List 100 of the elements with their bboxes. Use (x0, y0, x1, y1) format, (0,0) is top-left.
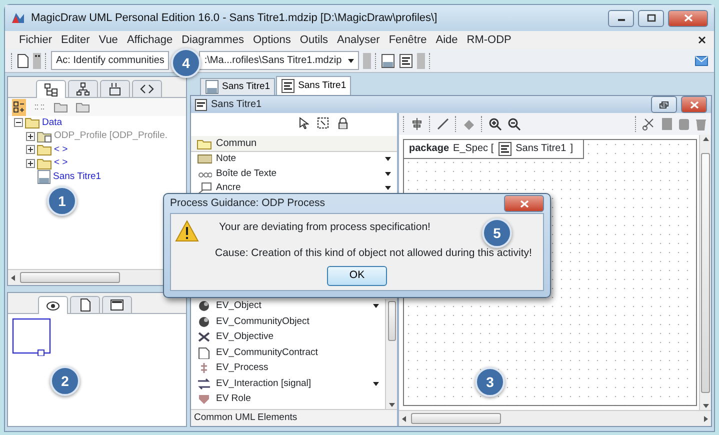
fill-icon[interactable] (462, 117, 476, 131)
close-icon (690, 100, 698, 108)
scroll-left-icon[interactable] (402, 416, 407, 422)
dropdown-arrow-icon[interactable] (373, 304, 379, 308)
menu-item[interactable]: Affichage (126, 32, 173, 48)
menu-item[interactable]: Diagrammes (182, 32, 244, 48)
minimize-button[interactable] (608, 10, 634, 26)
close-icon (684, 14, 692, 22)
cut-icon[interactable] (642, 117, 656, 131)
maximize-icon (646, 14, 656, 22)
tree-item-label[interactable]: Sans Titre1 (53, 170, 102, 183)
role-icon (197, 393, 212, 406)
mail-icon[interactable] (695, 56, 708, 66)
palette-footer: Common UML Elements (191, 408, 397, 426)
expand-icon[interactable] (26, 145, 35, 154)
overflow-icon[interactable] (33, 52, 41, 68)
menu-item[interactable]: Options (252, 32, 291, 48)
dialog-title: Process Guidance: ODP Process (170, 196, 326, 211)
palette-item[interactable]: Ancre (216, 181, 241, 196)
expand-icon[interactable] (26, 158, 35, 168)
browser-tab[interactable] (132, 80, 162, 97)
document-tab[interactable]: Sans Titre1 (200, 78, 276, 95)
project-combo[interactable]: :\Ma...rofiles\Sans Titre1.mdzip (199, 51, 359, 70)
app-icon (11, 12, 25, 24)
folder-icon[interactable] (76, 101, 90, 113)
restore-button[interactable] (651, 96, 677, 113)
palette-item[interactable]: EV_CommunityContract (216, 346, 318, 360)
scroll-down-icon[interactable] (702, 404, 708, 408)
preview-tab[interactable] (70, 296, 100, 313)
warning-icon (175, 220, 199, 242)
tree-icon (44, 82, 58, 96)
close-button[interactable] (504, 195, 544, 212)
diagram-frame-header[interactable]: package E_Spec [ Sans Titre1 ] (404, 140, 584, 159)
menu-item[interactable]: Fenêtre (388, 32, 427, 48)
menu-item[interactable]: Analyser (337, 32, 380, 48)
scroll-up-icon[interactable] (702, 137, 708, 141)
trash-icon[interactable] (695, 117, 707, 131)
document-tab[interactable]: Sans Titre1 (276, 76, 352, 95)
folder-icon[interactable] (54, 101, 68, 113)
menu-item[interactable]: Aide (436, 32, 458, 48)
folder-icon (37, 130, 52, 143)
maximize-button[interactable] (638, 10, 664, 26)
contract-icon (197, 346, 212, 359)
dropdown-arrow-icon[interactable] (373, 382, 379, 386)
zoom-out-icon[interactable] (507, 117, 521, 131)
table-icon (110, 298, 124, 312)
ok-button[interactable]: OK (327, 266, 387, 286)
menu-item[interactable]: Outils (300, 32, 328, 48)
window-title: Sans Titre1 (211, 98, 263, 112)
preview-tab[interactable] (38, 296, 68, 314)
palette-item[interactable]: EV_CommunityObject (216, 314, 310, 330)
close-icon (520, 200, 528, 208)
cursor-icon[interactable] (299, 117, 309, 129)
tree-item-label[interactable]: < > (54, 144, 68, 156)
align-icon[interactable] (410, 117, 424, 131)
line-icon[interactable] (436, 117, 450, 131)
palette-item[interactable]: EV_Objective (216, 330, 274, 345)
menu-item[interactable]: Vue (98, 32, 118, 48)
palette-item[interactable]: Boîte de Texte (216, 166, 277, 181)
tree-item-label[interactable]: Data (42, 116, 62, 129)
scroll-left-icon[interactable] (11, 274, 16, 280)
scroll-right-icon[interactable] (703, 416, 708, 422)
zoom-in-icon[interactable] (488, 117, 502, 131)
folder-icon (37, 143, 52, 156)
menu-item[interactable]: Editer (61, 32, 90, 48)
document-icon (78, 298, 92, 312)
palette-item[interactable]: Note (216, 152, 236, 166)
close-button[interactable] (681, 96, 707, 113)
tree-icon (76, 82, 90, 96)
tree-item-label[interactable]: < > (54, 157, 68, 170)
folder-icon (37, 156, 52, 170)
palette-item[interactable]: EV_Process (216, 361, 268, 376)
dropdown-arrow-icon[interactable] (385, 157, 391, 162)
browser-tab[interactable] (36, 80, 66, 98)
close-button[interactable] (668, 10, 708, 26)
browser-tab[interactable] (100, 80, 130, 97)
anchor-icon (197, 182, 212, 194)
cross-icon (197, 331, 212, 344)
window-title: MagicDraw UML Personal Edition 16.0 - Sans Titre1.mdzip [D:\MagicDraw\profiles\] (31, 10, 438, 26)
new-file-icon[interactable] (17, 54, 29, 68)
palette-item[interactable]: EV_Object (216, 299, 262, 314)
palette-item[interactable]: EV Role (216, 392, 251, 407)
folder-icon (197, 138, 212, 150)
palette-group-label[interactable]: Commun (216, 136, 257, 151)
object-icon (197, 316, 212, 328)
browser-tab[interactable] (68, 80, 98, 97)
activity-field[interactable]: Ac: Identify communities (51, 51, 170, 70)
object-icon (197, 300, 212, 312)
code-icon (140, 82, 154, 96)
palette-item[interactable]: EV_Interaction [signal] (216, 376, 312, 392)
menu-item[interactable]: Fichier (19, 32, 52, 48)
select-icon[interactable] (317, 117, 329, 129)
close-icon[interactable] (698, 36, 706, 44)
expand-icon[interactable] (13, 100, 25, 113)
zoom-preview-drawing[interactable] (12, 318, 52, 356)
lock-icon[interactable] (337, 117, 349, 129)
menu-item[interactable]: RM-ODP (466, 32, 512, 48)
dropdown-arrow-icon[interactable] (385, 172, 391, 176)
preview-tab[interactable] (102, 296, 132, 313)
eye-icon (46, 298, 60, 312)
